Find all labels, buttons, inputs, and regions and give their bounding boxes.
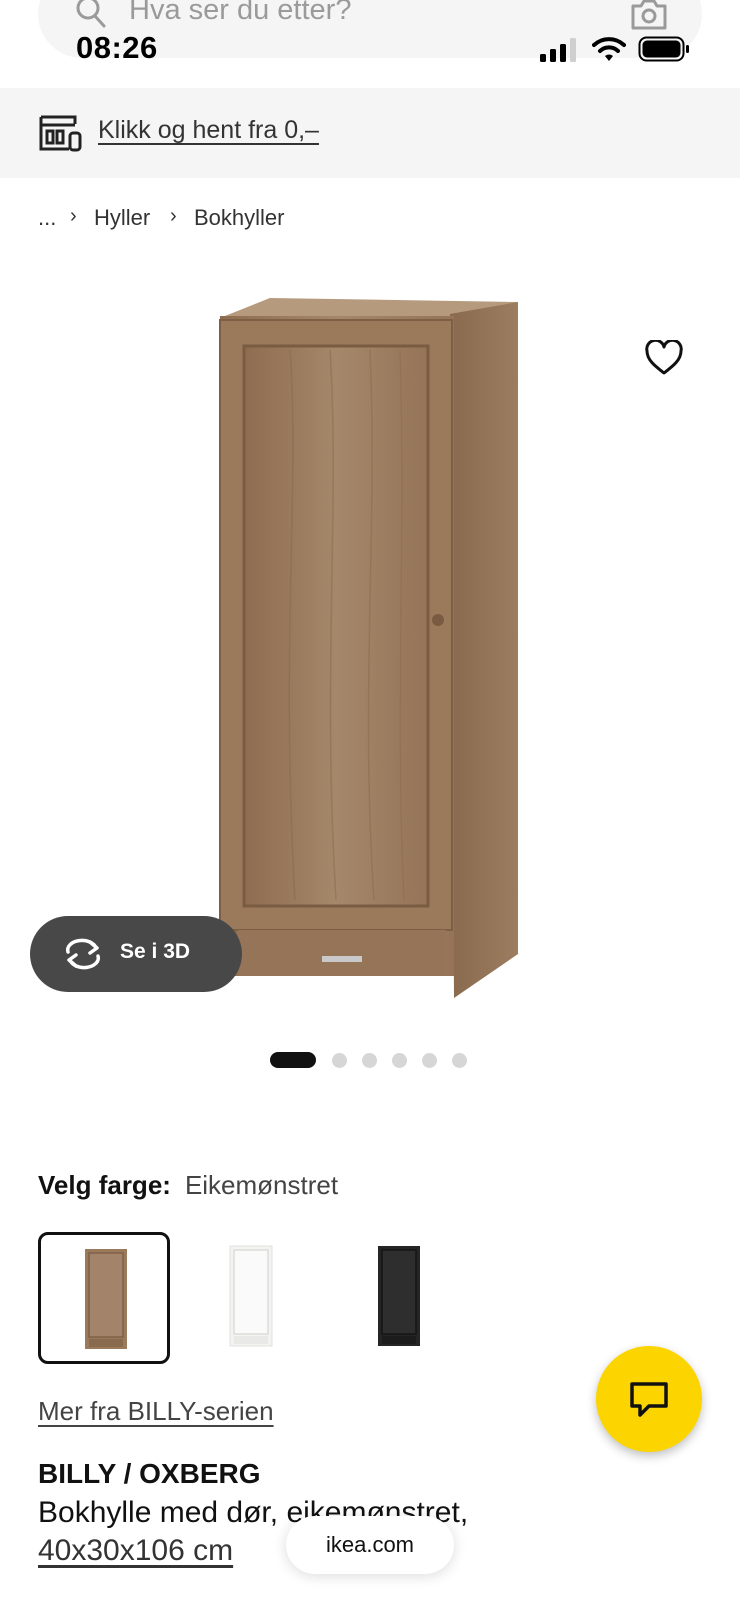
click-collect-link[interactable]: Klikk og hent fra 0,– (98, 116, 319, 145)
camera-icon[interactable] (630, 0, 668, 30)
chevron-right-icon: › (170, 205, 177, 227)
colour-label: Velg farge: (38, 1170, 171, 1200)
breadcrumb-item-bokhyller[interactable]: Bokhyller (194, 205, 284, 231)
search-icon (76, 0, 106, 28)
chevron-right-icon: › (70, 205, 77, 227)
cabinet-oak-thumbnail (85, 1249, 127, 1349)
cabinet-white-thumbnail (229, 1245, 273, 1347)
colour-swatch-white[interactable] (186, 1232, 318, 1364)
chat-button[interactable] (596, 1346, 702, 1452)
heart-icon[interactable] (645, 340, 683, 376)
colour-value: Eikemønstret (184, 1170, 339, 1200)
colour-swatch-oak[interactable] (38, 1232, 170, 1364)
carousel-dot-4[interactable] (392, 1053, 407, 1068)
store-icon (39, 115, 82, 152)
carousel-dot-3[interactable] (362, 1053, 377, 1068)
product-name: BILLY / OXBERG (38, 1458, 261, 1489)
click-collect-banner: Klikk og hent fra 0,– (0, 88, 740, 178)
carousel-dot-6[interactable] (452, 1053, 467, 1068)
view-in-3d-button[interactable]: Se i 3D (30, 916, 242, 992)
search-input[interactable]: Hva ser du etter? (129, 0, 351, 27)
carousel-indicator (270, 1052, 470, 1068)
carousel-dot-1[interactable] (270, 1052, 316, 1068)
signal-icon (540, 38, 576, 62)
product-size-link[interactable]: 40x30x106 cm (38, 1534, 233, 1568)
cabinet-black-thumbnail (378, 1246, 420, 1346)
product-image[interactable] (210, 290, 530, 1010)
rotate-3d-icon (65, 938, 101, 970)
view-in-3d-label: Se i 3D (120, 940, 191, 963)
battery-icon (638, 36, 689, 62)
chat-bubble-icon (630, 1382, 668, 1417)
breadcrumb-more[interactable]: ... (38, 205, 56, 231)
colour-swatch-black[interactable] (334, 1232, 466, 1364)
browser-domain-pill[interactable]: ikea.com (286, 1516, 454, 1574)
series-link[interactable]: Mer fra BILLY-serien (38, 1396, 274, 1427)
carousel-dot-2[interactable] (332, 1053, 347, 1068)
status-time: 08:26 (76, 30, 158, 65)
wifi-icon (592, 37, 626, 61)
colour-selector-header: Velg farge: Eikemønstret (38, 1170, 338, 1201)
breadcrumb-item-hyller[interactable]: Hyller (94, 205, 150, 231)
carousel-dot-5[interactable] (422, 1053, 437, 1068)
